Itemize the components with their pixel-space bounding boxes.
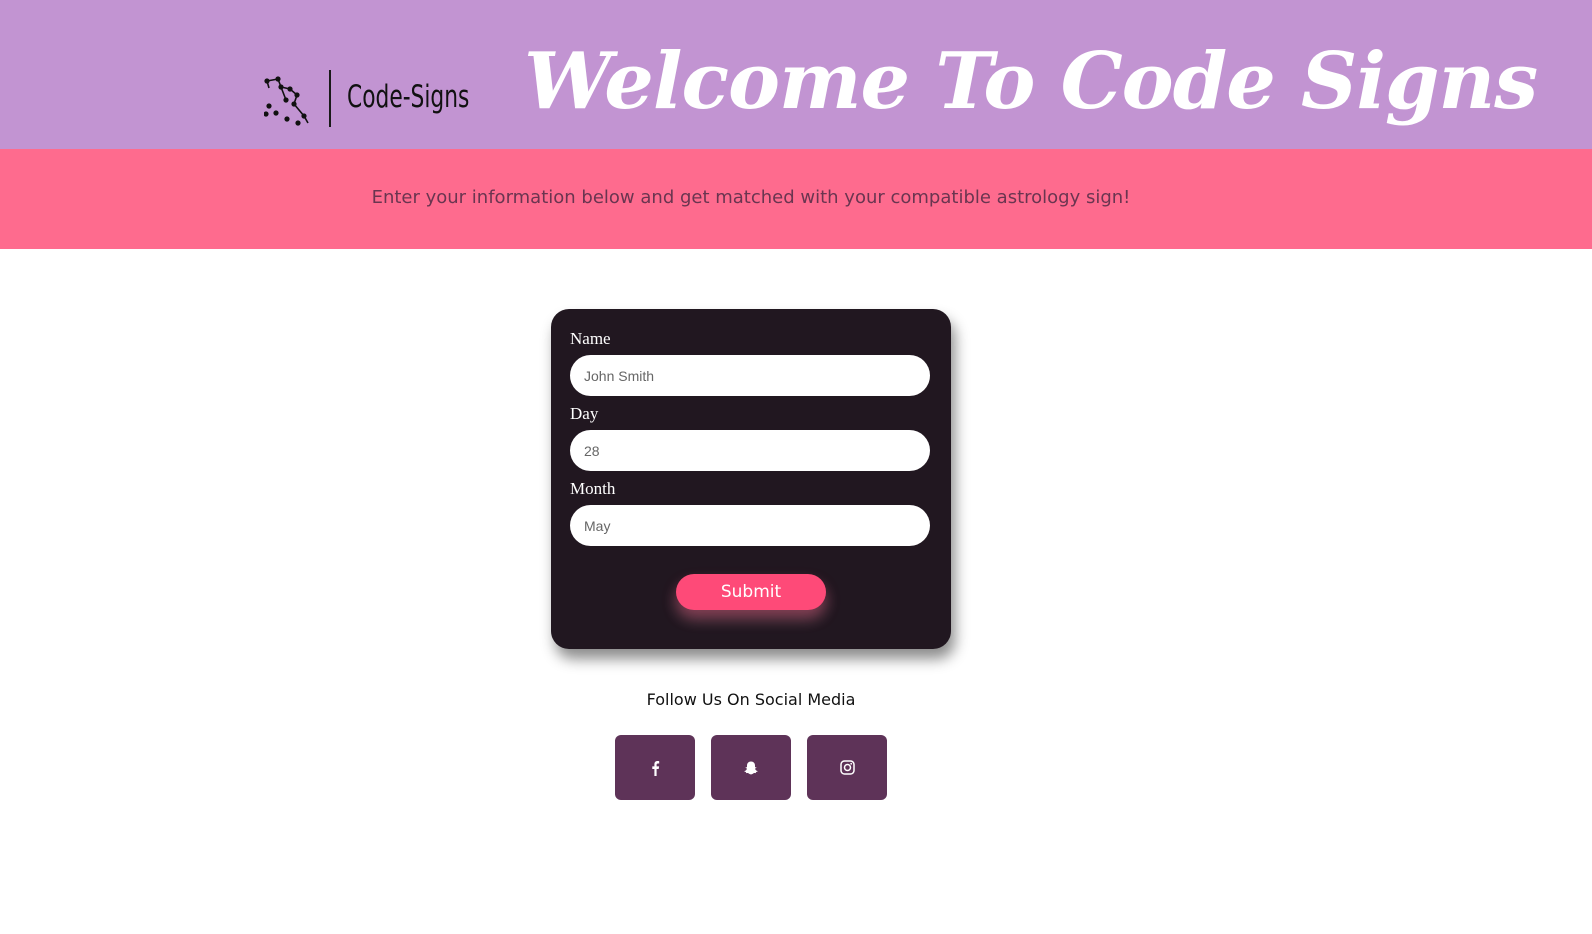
name-input[interactable] [570, 355, 930, 396]
social-heading: Follow Us On Social Media [646, 690, 856, 709]
day-label: Day [570, 404, 599, 423]
site-header: Code-Signs Welcome To Code Signs [0, 0, 1592, 149]
submit-button[interactable]: Submit [676, 574, 826, 610]
instagram-icon [839, 760, 855, 775]
logo-divider [329, 70, 331, 127]
month-label: Month [570, 479, 616, 498]
facebook-icon [652, 760, 660, 776]
snapchat-button[interactable] [711, 735, 791, 800]
month-input[interactable] [570, 505, 930, 546]
constellation-logo-icon [263, 76, 314, 126]
instagram-button[interactable] [807, 735, 887, 800]
name-label: Name [570, 329, 611, 348]
day-input[interactable] [570, 430, 930, 471]
intro-text: Enter your information below and get mat… [371, 187, 1131, 208]
sign-match-form: Name Day Month Submit [551, 309, 951, 649]
facebook-button[interactable] [615, 735, 695, 800]
logo-text[interactable]: Code-Signs [347, 75, 469, 119]
intro-banner: Enter your information below and get mat… [0, 149, 1592, 249]
welcome-title: Welcome To Code Signs [524, 36, 1538, 127]
snapchat-icon [744, 761, 758, 774]
